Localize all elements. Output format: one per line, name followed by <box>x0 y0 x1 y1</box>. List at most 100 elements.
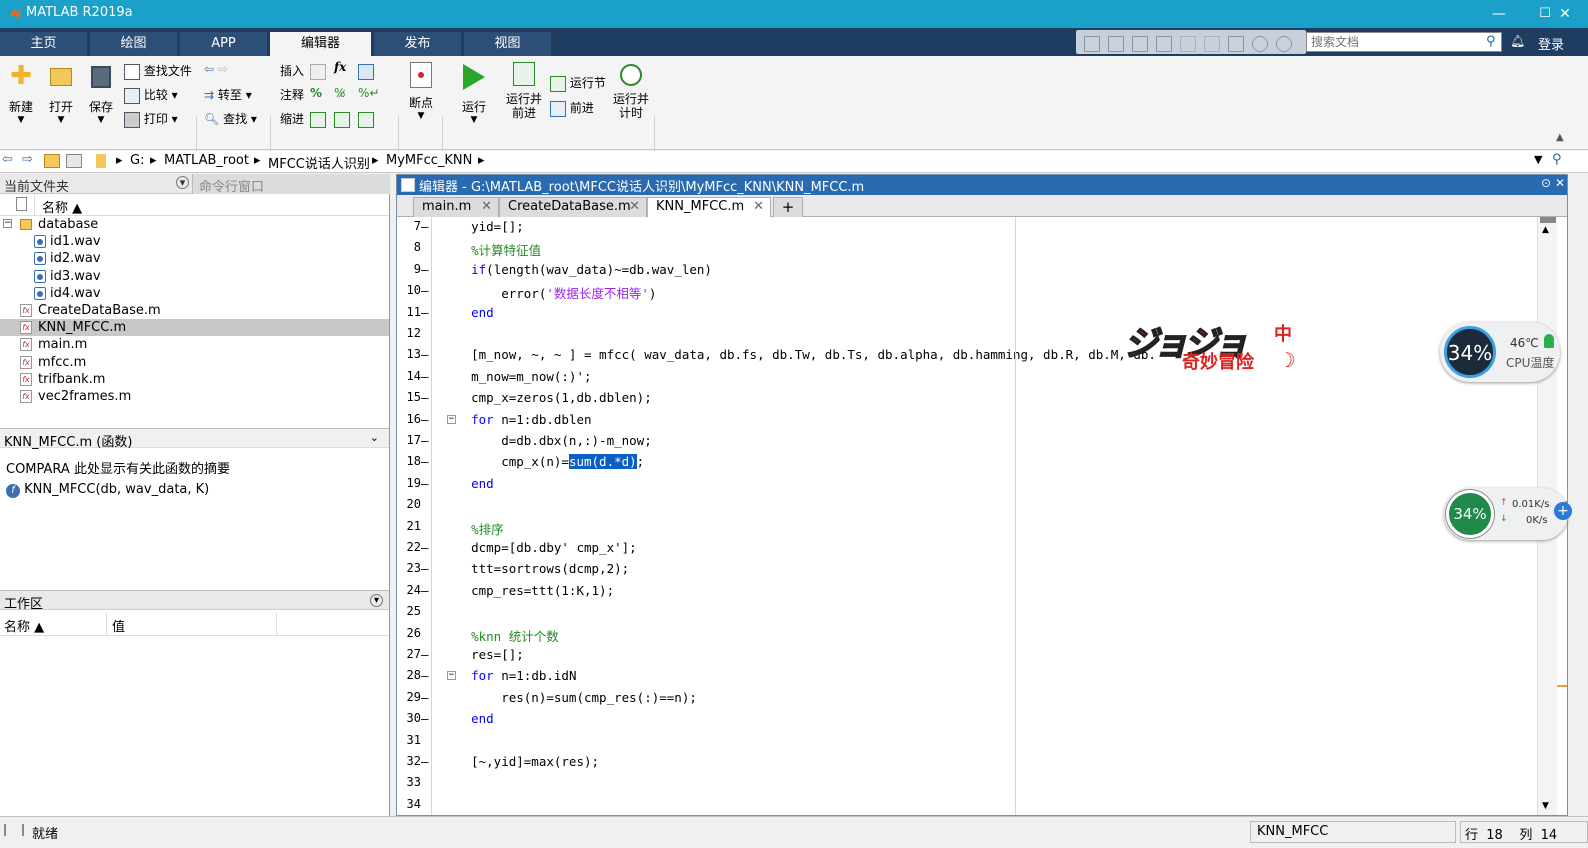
forward-nav-icon[interactable]: ⇨ <box>22 152 33 167</box>
run-and-time-button[interactable]: 运行并 计时 <box>612 62 650 120</box>
fold-toggle-icon[interactable]: − <box>447 414 456 424</box>
file-list-item[interactable]: fx mfcc.m <box>0 354 389 371</box>
up-folder-icon[interactable] <box>44 154 60 168</box>
breakpoints-button[interactable]: 断点 ▼ <box>404 62 438 121</box>
code-line[interactable]: if(length(wav_data)~=db.wav_len) <box>441 262 712 277</box>
details-collapse-icon[interactable]: ⌄ <box>370 431 379 444</box>
back-arrow-icon[interactable]: ⇦ <box>204 62 214 76</box>
insert-section-icon[interactable] <box>310 64 326 80</box>
path-drive[interactable]: G: <box>130 153 144 168</box>
file-list-item[interactable]: fx vec2frames.m <box>0 388 389 405</box>
insert-button[interactable]: 插入 <box>280 62 304 79</box>
new-button[interactable]: ✚ 新建 ▼ <box>6 62 36 125</box>
code-line[interactable]: end <box>441 476 494 491</box>
workspace-name-column[interactable]: 名称 ▲ <box>4 616 44 635</box>
run-and-advance-button[interactable]: 运行并 前进 <box>504 62 544 120</box>
redo-icon[interactable] <box>1204 36 1220 52</box>
path-segment-knn[interactable]: MyMFcc_KNN <box>386 153 472 168</box>
accelerate-icon[interactable]: + <box>1554 502 1572 520</box>
file-list-item[interactable]: fx trifbank.m <box>0 371 389 388</box>
path-search-icon[interactable]: ⚲ <box>1552 152 1562 167</box>
goto-button[interactable]: ⇉ 转至 ▾ <box>204 86 252 103</box>
close-button[interactable]: ✕ <box>1542 2 1588 26</box>
back-forward-arrows[interactable]: ⇦ ⇨ <box>204 62 228 76</box>
wrap-comment-icon[interactable]: %↵ <box>358 86 379 100</box>
find-button[interactable]: 🔍︎ 查找 ▾ <box>204 110 257 127</box>
command-window-tab[interactable]: 命令行窗口 <box>192 174 390 195</box>
minimize-button[interactable]: — <box>1476 2 1522 26</box>
copy-icon[interactable] <box>1132 36 1148 52</box>
paste-icon[interactable] <box>1156 36 1172 52</box>
tab-apps[interactable]: APP <box>180 32 268 56</box>
code-line[interactable]: cmp_x=zeros(1,db.dblen); <box>441 390 652 405</box>
new-tab-button[interactable]: + <box>773 197 803 217</box>
search-docs-input[interactable] <box>1306 32 1502 52</box>
code-line[interactable]: [m_now, ~, ~ ] = mfcc( wav_data, db.fs, … <box>441 347 1156 362</box>
collapse-ribbon-icon[interactable]: ▲ <box>1556 132 1564 143</box>
code-line[interactable]: m_now=m_now(:)'; <box>441 369 591 384</box>
code-line[interactable]: cmp_x(n)=sum(d.*d); <box>441 454 644 470</box>
close-tab-icon[interactable]: ✕ <box>481 199 492 214</box>
name-column-header[interactable]: 名称 ▲ <box>42 197 82 216</box>
browse-folder-icon[interactable] <box>66 154 82 168</box>
help-icon[interactable] <box>1252 36 1268 52</box>
tab-view[interactable]: 视图 <box>464 32 552 56</box>
comment-button[interactable]: 注释 <box>280 86 304 103</box>
editor-close-icon[interactable]: ✕ <box>1555 176 1565 190</box>
save-button[interactable]: 保存 ▼ <box>86 62 116 125</box>
editor-tab-main[interactable]: main.m ✕ <box>413 197 499 217</box>
code-line[interactable]: %排序 <box>441 519 504 538</box>
code-line[interactable]: for n=1:db.idN <box>441 668 576 683</box>
code-line[interactable]: [~,yid]=max(res); <box>441 754 599 769</box>
expand-toggle-icon[interactable]: − <box>3 219 12 228</box>
file-list-item[interactable]: id4.wav <box>0 285 389 302</box>
cpu-monitor-widget[interactable]: 34% 46℃ CPU温度 <box>1440 322 1560 382</box>
switch-windows-icon[interactable] <box>1228 36 1244 52</box>
fx-button[interactable]: fx <box>334 60 346 74</box>
file-list-item[interactable]: id1.wav <box>0 233 389 250</box>
current-folder-title[interactable]: 当前文件夹 <box>4 180 69 195</box>
editor-tab-knn-mfcc[interactable]: KNN_MFCC.m ✕ <box>647 197 771 217</box>
login-link[interactable]: 登录 <box>1538 34 1564 53</box>
bell-icon[interactable]: 🔔︎ <box>1510 34 1525 50</box>
cut-icon[interactable] <box>1108 36 1124 52</box>
code-line[interactable]: res=[]; <box>441 647 524 662</box>
code-line[interactable]: end <box>441 711 494 726</box>
dropdown-icon[interactable] <box>1276 36 1292 52</box>
tab-editor[interactable]: 编辑器 <box>270 32 372 56</box>
search-icon[interactable]: ⚲ <box>1486 34 1496 49</box>
percent-comment-icon[interactable]: % <box>310 86 322 100</box>
advance-button[interactable]: 前进 <box>550 99 594 117</box>
insert-function-icon[interactable] <box>358 64 374 80</box>
code-line[interactable]: res(n)=sum(cmp_res(:)==n); <box>441 690 697 705</box>
code-line[interactable]: error('数据长度不相等') <box>441 283 656 302</box>
scroll-down-icon[interactable]: ▼ <box>1542 801 1549 811</box>
save-icon[interactable] <box>1084 36 1100 52</box>
increase-indent-icon[interactable] <box>358 112 374 128</box>
find-files-button[interactable]: 查找文件 <box>124 62 192 80</box>
code-line[interactable]: yid=[]; <box>441 219 524 234</box>
code-line[interactable]: d=db.dbx(n,:)-m_now; <box>441 433 652 448</box>
details-header[interactable]: KNN_MFCC.m (函数) ⌄ <box>0 428 389 450</box>
folder-actions-icon[interactable]: ▾ <box>176 176 189 189</box>
editor-tab-createdatabase[interactable]: CreateDataBase.m ✕ <box>499 197 647 217</box>
code-area[interactable]: 7— yid=[]; 8 %计算特征值 9— if(length(wav_data)… <box>397 217 1537 815</box>
workspace-actions-icon[interactable]: ▾ <box>370 594 383 607</box>
path-segment-mfcc[interactable]: MFCC说话人识别 <box>268 153 370 172</box>
run-section-button[interactable]: 运行节 <box>550 74 606 92</box>
code-line[interactable]: %knn 统计个数 <box>441 626 559 645</box>
code-line[interactable]: %计算特征值 <box>441 240 541 259</box>
print-button[interactable]: 打印 ▾ <box>124 110 178 128</box>
editor-actions-icon[interactable]: ⊙ <box>1541 176 1551 190</box>
forward-arrow-icon[interactable]: ⇨ <box>218 62 228 76</box>
close-tab-icon[interactable]: ✕ <box>753 199 764 214</box>
code-line[interactable]: end <box>441 305 494 320</box>
tab-home[interactable]: 主页 <box>0 32 88 56</box>
path-dropdown-icon[interactable]: ▼ <box>1534 153 1542 166</box>
open-button[interactable]: 打开 ▼ <box>46 62 76 125</box>
network-monitor-widget[interactable]: 34% ↑ 0.01K/s ↓ 0K/s + <box>1444 488 1572 540</box>
code-line[interactable]: cmp_res=ttt(1:K,1); <box>441 583 614 598</box>
file-list-item[interactable]: fx CreateDataBase.m <box>0 302 389 319</box>
scroll-thumb[interactable] <box>1540 217 1556 223</box>
code-line[interactable]: dcmp=[db.dby' cmp_x']; <box>441 540 637 555</box>
